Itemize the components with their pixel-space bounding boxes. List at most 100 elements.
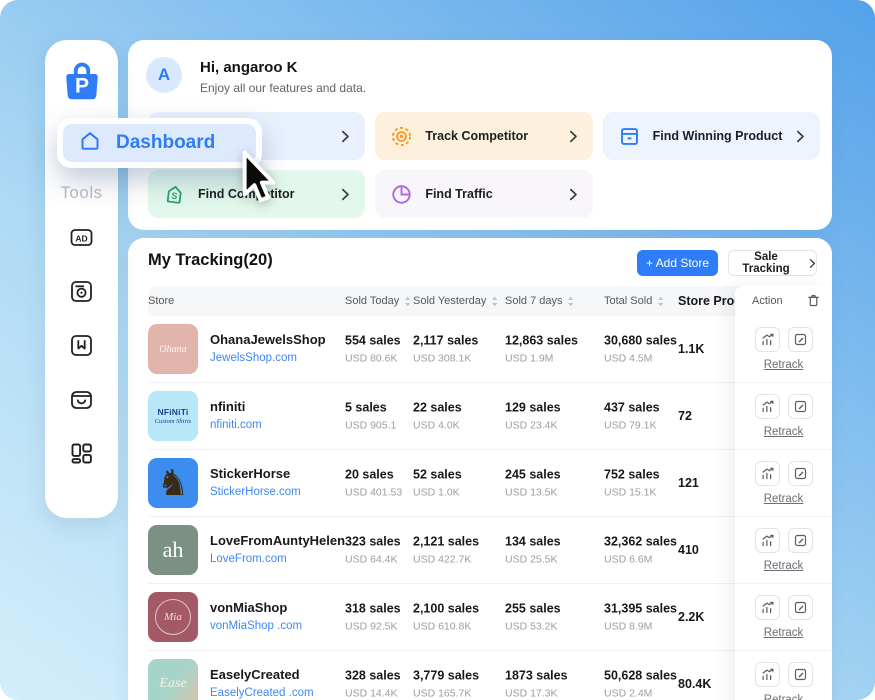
sold-7-days-cell: 134 salesUSD 25.5K <box>505 535 561 566</box>
table-header-row: StoreSold TodaySold YesterdaySold 7 days… <box>148 286 832 316</box>
sold-yesterday-cell: 2,100 salesUSD 610.8K <box>413 602 479 633</box>
table-row: ♞ StickerHorse StickerHorse.com 20 sales… <box>148 450 832 517</box>
column-header-sold-7-days[interactable]: Sold 7 days <box>505 295 575 307</box>
sales-chart-button[interactable] <box>755 595 780 620</box>
sales-chart-button[interactable] <box>755 662 780 687</box>
sold-today-cell: 328 salesUSD 14.4K <box>345 669 401 700</box>
action-header-label: Action <box>752 295 783 307</box>
store-domain-link[interactable]: StickerHorse.com <box>210 486 301 498</box>
edit-button[interactable] <box>788 595 813 620</box>
add-store-button[interactable]: + Add Store <box>637 250 718 276</box>
sold-yesterday-cell: 22 salesUSD 4.0K <box>413 401 462 432</box>
sales-chart-button[interactable] <box>755 394 780 419</box>
sale-tracking-button[interactable]: Sale Tracking <box>728 250 817 276</box>
greeting-subtitle: Enjoy all our features and data. <box>200 81 366 95</box>
store-products-cell: 2.2K <box>678 610 704 624</box>
shop-bag-icon[interactable] <box>68 386 95 413</box>
retrack-link[interactable]: Retrack <box>764 560 804 572</box>
tools-section-label: Tools <box>60 183 102 203</box>
store-products-cell: 410 <box>678 543 699 557</box>
retrack-link[interactable]: Retrack <box>764 426 804 438</box>
tracking-card: My Tracking(20) + Add Store Sale Trackin… <box>128 238 832 700</box>
sales-chart-button[interactable] <box>755 461 780 486</box>
sold-7-days-cell: 12,863 salesUSD 1.9M <box>505 334 578 365</box>
chevron-right-icon <box>341 130 350 143</box>
action-cell: Retrack <box>735 584 832 651</box>
sold-7-days-cell: 255 salesUSD 53.2K <box>505 602 561 633</box>
table-row: Ohana OhanaJewelsShop JewelsShop.com 554… <box>148 316 832 383</box>
store-domain-link[interactable]: LoveFrom.com <box>210 553 287 565</box>
sales-chart-button[interactable] <box>755 528 780 553</box>
feature-card-track-competitor[interactable]: Track Competitor <box>375 112 592 160</box>
store-name: EaselyCreated <box>210 667 314 682</box>
retrack-link[interactable]: Retrack <box>764 694 804 700</box>
sales-chart-button[interactable] <box>755 327 780 352</box>
edit-button[interactable] <box>788 394 813 419</box>
app-screen: P Tools AD A Hi, angaroo K Enjoy all our… <box>0 0 875 700</box>
total-sold-cell: 437 salesUSD 79.1K <box>604 401 660 432</box>
table-row: NFiNiTi Custom Shirts nfiniti nfiniti.co… <box>148 383 832 450</box>
ad-icon[interactable]: AD <box>68 224 95 251</box>
app-logo-bag-icon[interactable]: P <box>60 59 104 103</box>
feature-card-find-winning-product[interactable]: Find Winning Product <box>603 112 820 160</box>
sort-icon[interactable] <box>404 296 412 307</box>
tracker-icon[interactable] <box>68 278 95 305</box>
sold-yesterday-cell: 2,117 salesUSD 308.1K <box>413 334 478 365</box>
sidebar-item-dashboard[interactable]: Dashboard <box>63 124 256 162</box>
sold-today-cell: 554 salesUSD 80.6K <box>345 334 401 365</box>
sale-tracking-label: Sale Tracking <box>729 251 803 275</box>
total-sold-cell: 32,362 salesUSD 6.6M <box>604 535 677 566</box>
store-products-cell: 121 <box>678 476 699 490</box>
feature-card-label: Find Competitor <box>198 187 295 201</box>
edit-button[interactable] <box>788 327 813 352</box>
column-header-sold-today[interactable]: Sold Today <box>345 295 412 307</box>
retrack-link[interactable]: Retrack <box>764 493 804 505</box>
chevron-right-icon <box>569 188 578 201</box>
edit-button[interactable] <box>788 662 813 687</box>
svg-text:AD: AD <box>75 234 87 244</box>
store-products-cell: 1.1K <box>678 342 704 356</box>
sort-icon[interactable] <box>657 296 665 307</box>
feature-card-find-competitor[interactable]: S Find Competitor <box>148 170 365 218</box>
store-products-cell: 72 <box>678 409 692 423</box>
retrack-link[interactable]: Retrack <box>764 627 804 639</box>
retrack-link[interactable]: Retrack <box>764 359 804 371</box>
column-header-total-sold[interactable]: Total Sold <box>604 295 665 307</box>
feature-card-label: Track Competitor <box>425 129 528 143</box>
bag-s-icon: S <box>163 183 186 206</box>
action-cell: Retrack <box>735 383 832 450</box>
sold-7-days-cell: 129 salesUSD 23.4K <box>505 401 561 432</box>
edit-button[interactable] <box>788 528 813 553</box>
table-body: Ohana OhanaJewelsShop JewelsShop.com 554… <box>148 316 832 700</box>
table-row: Mia vonMiaShop vonMiaShop .com 318 sales… <box>148 584 832 651</box>
table-row: Ease EaselyCreated EaselyCreated .com 32… <box>148 651 832 700</box>
store-domain-link[interactable]: EaselyCreated .com <box>210 687 314 699</box>
sort-icon[interactable] <box>491 296 499 307</box>
feature-card-label: Find Winning Product <box>653 129 783 143</box>
total-sold-cell: 752 salesUSD 15.1K <box>604 468 660 499</box>
column-header-sold-yesterday[interactable]: Sold Yesterday <box>413 295 499 307</box>
store-logo: ♞ <box>148 458 198 508</box>
feature-card-label: Find Traffic <box>425 187 492 201</box>
bookmark-icon[interactable] <box>68 332 95 359</box>
chevron-right-icon <box>796 130 805 143</box>
box-icon <box>618 125 641 148</box>
feature-card-find-traffic[interactable]: Find Traffic <box>375 170 592 218</box>
store-logo: ah <box>148 525 198 575</box>
greeting-title: Hi, angaroo K <box>200 59 298 76</box>
sold-7-days-cell: 1873 salesUSD 17.3K <box>505 669 568 700</box>
sold-yesterday-cell: 2,121 salesUSD 422.7K <box>413 535 479 566</box>
store-domain-link[interactable]: nfiniti.com <box>210 419 262 431</box>
dashboard-nav-overlay: Dashboard <box>57 118 262 168</box>
trash-icon[interactable] <box>806 293 821 309</box>
edit-button[interactable] <box>788 461 813 486</box>
store-name: LoveFromAuntyHelen <box>210 533 345 548</box>
apps-icon[interactable] <box>68 440 95 467</box>
store-domain-link[interactable]: JewelsShop.com <box>210 352 297 364</box>
avatar[interactable]: A <box>146 57 182 93</box>
action-column-panel: Action Retrack Retrack Retrack Retrack <box>735 286 832 700</box>
store-domain-link[interactable]: vonMiaShop .com <box>210 620 302 632</box>
sold-today-cell: 318 salesUSD 92.5K <box>345 602 401 633</box>
chevron-right-icon <box>341 188 350 201</box>
sort-icon[interactable] <box>567 296 575 307</box>
